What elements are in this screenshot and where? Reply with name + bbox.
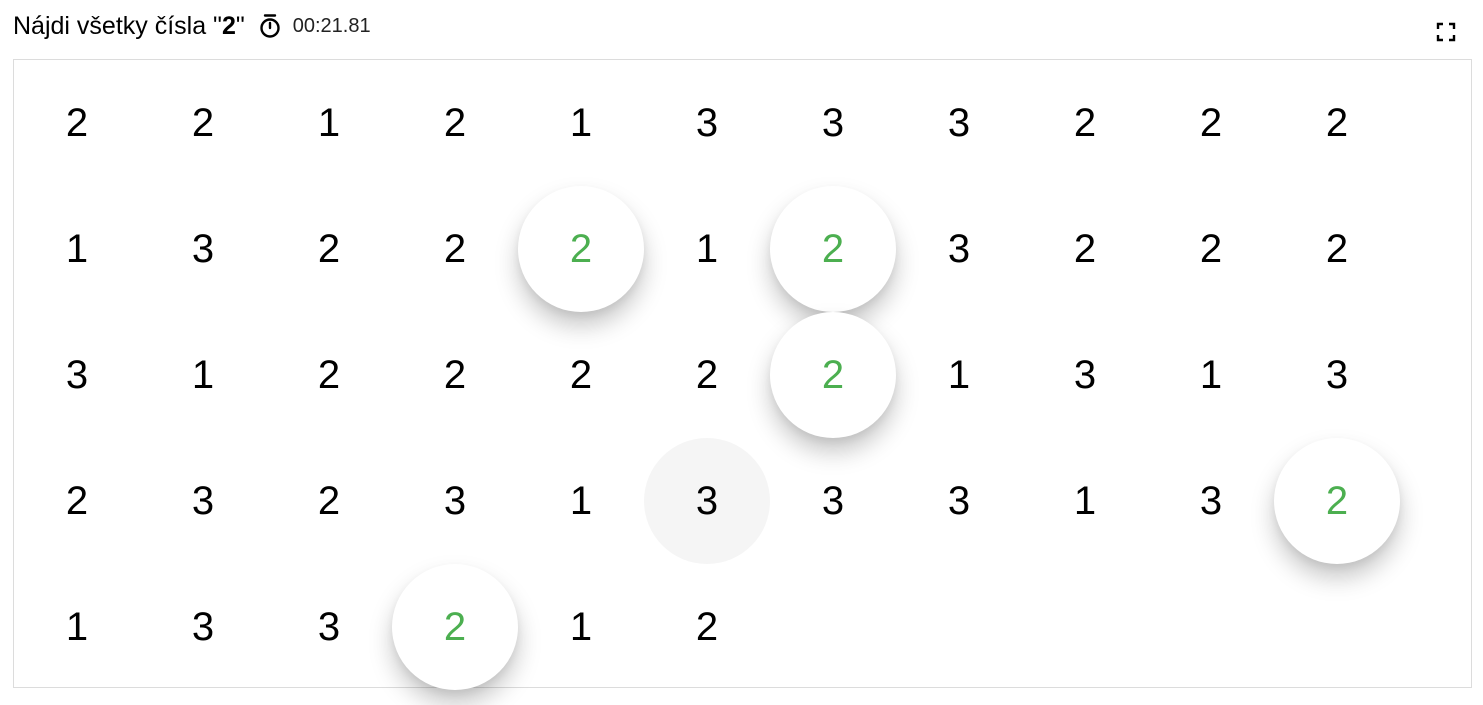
number-cell[interactable]: 2	[1022, 186, 1148, 312]
number-cell[interactable]: 2	[392, 312, 518, 438]
number-cell[interactable]: 2	[1274, 186, 1400, 312]
number-cell[interactable]: 2	[644, 564, 770, 690]
number-cell[interactable]: 2	[518, 186, 644, 312]
number-cell[interactable]: 2	[14, 438, 140, 564]
number-cell[interactable]: 2	[266, 186, 392, 312]
number-cell[interactable]: 3	[140, 186, 266, 312]
number-cell[interactable]: 2	[266, 438, 392, 564]
number-cell[interactable]: 1	[266, 60, 392, 186]
number-cell[interactable]: 3	[140, 438, 266, 564]
number-cell[interactable]: 1	[896, 312, 1022, 438]
number-cell[interactable]: 1	[14, 186, 140, 312]
number-cell[interactable]: 1	[1148, 312, 1274, 438]
number-cell[interactable]: 2	[1148, 60, 1274, 186]
number-cell[interactable]: 2	[140, 60, 266, 186]
number-cell[interactable]: 3	[644, 60, 770, 186]
number-cell[interactable]: 3	[1148, 438, 1274, 564]
number-cell[interactable]: 3	[770, 438, 896, 564]
number-cell[interactable]: 1	[518, 438, 644, 564]
number-cell[interactable]: 2	[14, 60, 140, 186]
number-cell[interactable]: 2	[392, 60, 518, 186]
fullscreen-icon	[1436, 22, 1456, 42]
timer-display: 00:21.81	[292, 15, 371, 37]
number-cell[interactable]: 3	[266, 564, 392, 690]
number-cell[interactable]: 2	[770, 312, 896, 438]
number-cell[interactable]: 3	[140, 564, 266, 690]
number-cell[interactable]: 3	[644, 438, 770, 564]
number-cell[interactable]: 1	[644, 186, 770, 312]
number-cell[interactable]: 1	[518, 60, 644, 186]
number-cell[interactable]: 3	[1022, 312, 1148, 438]
number-cell[interactable]: 3	[770, 60, 896, 186]
number-cell[interactable]: 3	[896, 438, 1022, 564]
stopwatch-icon	[257, 11, 283, 38]
number-cell[interactable]: 2	[1148, 186, 1274, 312]
number-cell[interactable]: 1	[140, 312, 266, 438]
number-cell[interactable]: 2	[1022, 60, 1148, 186]
number-cell[interactable]: 1	[1022, 438, 1148, 564]
number-cell[interactable]: 2	[1274, 60, 1400, 186]
instruction-prefix: Nájdi všetky čísla "	[13, 12, 222, 40]
game-header: Nájdi všetky čísla " 2 " 00:21.81	[13, 6, 371, 46]
number-cell[interactable]: 3	[392, 438, 518, 564]
number-cell[interactable]: 3	[896, 60, 1022, 186]
number-cell[interactable]: 2	[1274, 438, 1400, 564]
number-cell[interactable]: 2	[644, 312, 770, 438]
number-cell[interactable]: 2	[266, 312, 392, 438]
target-number: 2	[221, 12, 236, 40]
number-cell[interactable]: 3	[14, 312, 140, 438]
instruction-suffix: "	[235, 12, 245, 40]
fullscreen-button[interactable]	[1435, 21, 1457, 43]
number-cell[interactable]: 2	[770, 186, 896, 312]
number-cell[interactable]: 2	[518, 312, 644, 438]
number-cell[interactable]: 3	[896, 186, 1022, 312]
number-cell[interactable]: 2	[392, 564, 518, 690]
number-cell[interactable]: 1	[14, 564, 140, 690]
number-cell[interactable]: 2	[392, 186, 518, 312]
number-grid: 2212133322213222123222312222213132323133…	[13, 59, 1472, 690]
number-cell[interactable]: 3	[1274, 312, 1400, 438]
number-cell[interactable]: 1	[518, 564, 644, 690]
